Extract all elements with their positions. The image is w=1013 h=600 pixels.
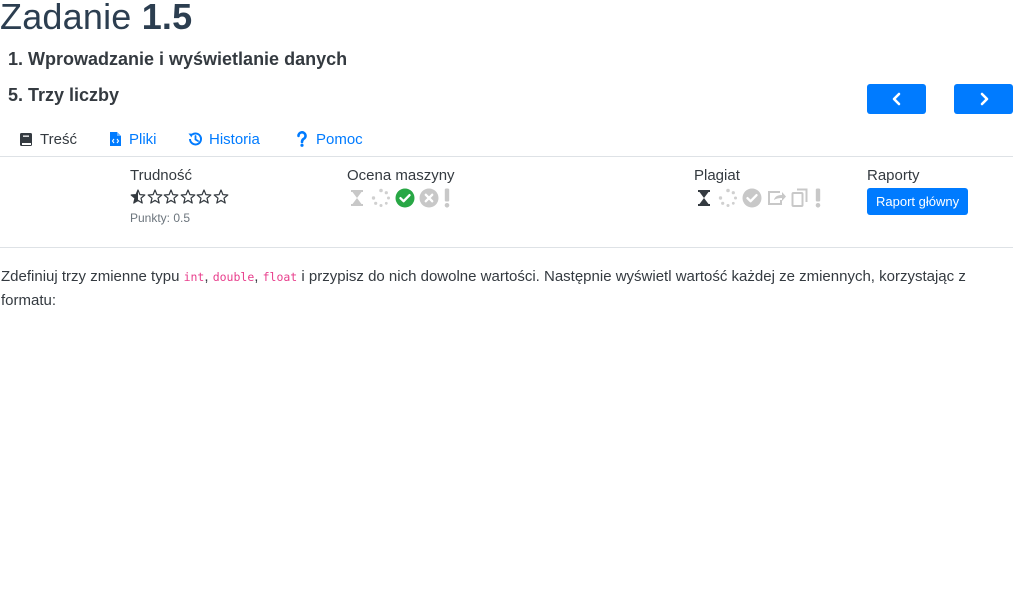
- exclamation-icon: [814, 188, 822, 208]
- spinner-icon: [371, 188, 391, 208]
- task-description: Zdefiniuj trzy zmienne typu int, double,…: [1, 265, 1001, 312]
- description-text: Zdefiniuj trzy zmienne typu: [1, 268, 184, 285]
- reports-label: Raporty: [867, 167, 920, 184]
- history-icon: [187, 131, 203, 147]
- exclamation-icon: [443, 188, 451, 208]
- tab-pomoc[interactable]: Pomoc: [294, 129, 363, 149]
- machine-grade-status: [347, 187, 455, 209]
- star-empty-icon: [196, 189, 212, 204]
- task-tabs: Treść Pliki Historia Pomoc: [0, 120, 1013, 157]
- code-int: int: [183, 270, 205, 284]
- tab-tresc[interactable]: Treść: [18, 129, 77, 149]
- tab-tresc-label: Treść: [40, 130, 77, 148]
- code-float: float: [262, 270, 298, 284]
- plagiarism-status: [694, 187, 826, 209]
- tab-pliki-label: Pliki: [129, 130, 157, 148]
- star-empty-icon: [147, 189, 162, 204]
- question-icon: [294, 131, 310, 147]
- star-half-icon: [130, 189, 146, 204]
- code-double: double: [212, 270, 255, 284]
- hourglass-icon: [347, 188, 367, 208]
- chevron-right-icon: [980, 92, 988, 106]
- spinner-icon: [718, 188, 738, 208]
- reports-block: Raporty Raport główny: [867, 167, 969, 215]
- book-icon: [18, 131, 34, 147]
- difficulty-stars: [130, 188, 229, 206]
- star-empty-icon: [213, 189, 228, 204]
- tab-pomoc-label: Pomoc: [316, 130, 363, 148]
- times-circle-icon: [419, 188, 439, 208]
- copy-icon: [790, 188, 810, 208]
- star-empty-icon: [180, 189, 195, 204]
- main-report-button[interactable]: Raport główny: [867, 188, 969, 215]
- page-title-word: Zadanie: [0, 0, 132, 37]
- page-title-number: 1.5: [141, 0, 193, 37]
- description-separator: ,: [254, 268, 263, 285]
- difficulty-label: Trudność: [130, 167, 192, 184]
- difficulty-block: Trudność Punkty: 0.5: [130, 167, 229, 225]
- star-empty-icon: [163, 189, 179, 204]
- share-icon: [766, 188, 786, 208]
- check-circle-icon: [742, 188, 762, 208]
- check-circle-icon: [395, 188, 415, 208]
- prev-task-button[interactable]: [867, 84, 926, 114]
- task-title: 5. Trzy liczby: [8, 85, 120, 105]
- next-task-button[interactable]: [954, 84, 1013, 114]
- tab-historia[interactable]: Historia: [187, 129, 260, 149]
- chevron-left-icon: [892, 92, 900, 106]
- file-code-icon: [107, 131, 123, 147]
- task-info-row: Trudność Punkty: 0.5 Ocena maszyny Plagi…: [0, 157, 1013, 248]
- tab-historia-label: Historia: [209, 130, 260, 148]
- machine-grade-label: Ocena maszyny: [347, 167, 455, 184]
- description-separator: ,: [204, 268, 213, 285]
- tab-pliki[interactable]: Pliki: [107, 129, 157, 149]
- section-title: 1. Wprowadzanie i wyświetlanie danych: [8, 49, 348, 69]
- plagiarism-label: Plagiat: [694, 167, 740, 184]
- points-text: Punkty: 0.5: [130, 211, 191, 225]
- hourglass-icon: [694, 188, 714, 208]
- machine-grade-block: Ocena maszyny: [347, 167, 455, 209]
- page-title: Zadanie 1.5: [0, 0, 192, 38]
- plagiarism-block: Plagiat: [694, 167, 826, 209]
